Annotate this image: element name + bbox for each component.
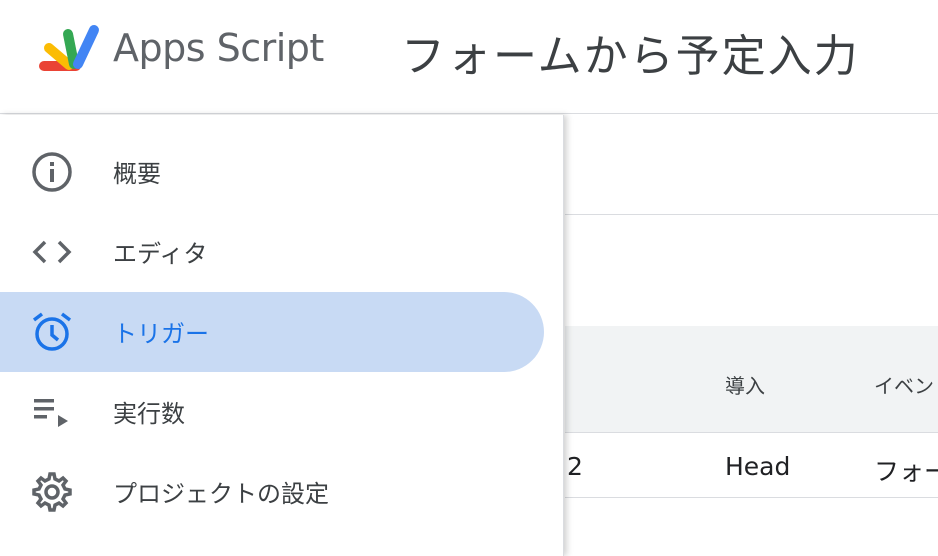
code-icon bbox=[32, 240, 72, 264]
sidebar-item-executions[interactable]: 実行数 bbox=[0, 372, 544, 452]
column-header-event[interactable]: イベン bbox=[874, 370, 934, 399]
sidebar-item-overview[interactable]: 概要 bbox=[0, 132, 544, 212]
sidebar-item-triggers[interactable]: トリガー bbox=[0, 292, 544, 372]
sidebar-item-label: エディタ bbox=[113, 240, 208, 268]
nav-drawer: 概要 エディタ トリガー 実行数 プロジェクトの設定 bbox=[0, 115, 564, 556]
apps-script-logo-icon[interactable] bbox=[34, 22, 102, 76]
sidebar-item-label: トリガー bbox=[113, 320, 209, 348]
info-icon bbox=[32, 152, 72, 192]
cell-count: 2 bbox=[567, 452, 583, 481]
app-header: Apps Script フォームから予定入力 bbox=[0, 0, 938, 114]
playlist-play-icon bbox=[34, 399, 68, 427]
sidebar-item-project-settings[interactable]: プロジェクトの設定 bbox=[0, 452, 544, 532]
cell-event: フォー bbox=[874, 457, 938, 486]
divider bbox=[565, 214, 938, 215]
sidebar-item-label: プロジェクトの設定 bbox=[113, 480, 329, 508]
gear-icon bbox=[32, 472, 72, 512]
project-title[interactable]: フォームから予定入力 bbox=[401, 20, 860, 84]
column-header-deployment[interactable]: 導入 bbox=[725, 370, 765, 399]
sidebar-item-label: 概要 bbox=[113, 160, 161, 188]
sidebar-item-editor[interactable]: エディタ bbox=[0, 212, 544, 292]
brand-name[interactable]: Apps Script bbox=[113, 26, 324, 70]
alarm-clock-icon bbox=[32, 312, 72, 351]
sidebar-item-label: 実行数 bbox=[113, 400, 185, 428]
cell-deployment: Head bbox=[725, 452, 791, 481]
row-divider bbox=[565, 497, 938, 498]
